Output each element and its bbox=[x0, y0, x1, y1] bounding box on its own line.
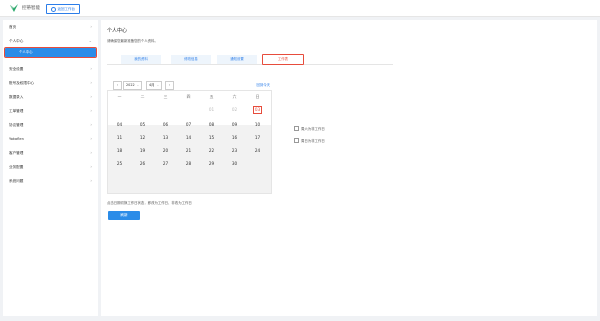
calendar-day[interactable]: 20 bbox=[154, 145, 177, 157]
sidebar-item-business-config[interactable]: 业务配置 › bbox=[3, 160, 98, 174]
calendar-day[interactable]: 11 bbox=[108, 132, 131, 144]
calendar-day bbox=[154, 104, 177, 116]
calendar-day[interactable]: 29 bbox=[200, 158, 223, 170]
chevron-down-icon: ⌄ bbox=[156, 83, 160, 87]
prev-month-button[interactable]: ‹ bbox=[113, 81, 122, 90]
next-month-button[interactable]: › bbox=[165, 81, 174, 90]
chevron-right-icon: › bbox=[90, 66, 92, 71]
calendar-day[interactable]: 02 bbox=[223, 104, 246, 116]
calendar-day[interactable]: 13 bbox=[154, 132, 177, 144]
saturday-checkbox[interactable] bbox=[294, 126, 299, 131]
tab-notifications[interactable]: 通知设置 bbox=[217, 55, 257, 64]
year-select[interactable]: 2022 ⌄ bbox=[123, 81, 143, 90]
calendar-day[interactable]: 30 bbox=[223, 158, 246, 170]
calendar-day[interactable]: 17 bbox=[246, 132, 269, 144]
chevron-right-icon: › bbox=[90, 164, 92, 169]
saturday-option[interactable]: 周六为非工作日 bbox=[294, 126, 325, 131]
chevron-right-icon: › bbox=[90, 122, 92, 127]
top-bar: 控蒂智能 返回工作台 bbox=[0, 0, 600, 17]
calendar-day[interactable]: 12 bbox=[131, 132, 154, 144]
sidebar-item-accounts[interactable]: 账号及权限中心 › bbox=[3, 76, 98, 90]
calendar-day[interactable]: 16 bbox=[223, 132, 246, 144]
sidebar-item-yokaflen[interactable]: Yokaflen › bbox=[3, 132, 98, 146]
sunday-option[interactable]: 周日为非工作日 bbox=[294, 138, 325, 143]
weekday-header: 四 bbox=[186, 94, 191, 99]
main-panel: 个人中心 请确保您最新准备您的个人资料。 我的资料 修改信息 通知设置 工作表 … bbox=[101, 20, 597, 316]
weekday-header: 日 bbox=[255, 94, 260, 99]
calendar-day bbox=[177, 104, 200, 116]
calendar-day[interactable]: 04 bbox=[108, 119, 131, 131]
page-subtitle: 请确保您最新准备您的个人资料。 bbox=[107, 39, 158, 43]
chevron-down-icon: ⌄ bbox=[136, 83, 140, 87]
sidebar-item-data-entry[interactable]: 数据录入 › bbox=[3, 90, 98, 104]
sidebar-subitem-personal-center[interactable]: 个人中心 bbox=[3, 46, 98, 59]
brand-name: 控蒂智能 bbox=[22, 6, 40, 11]
calendar-day[interactable]: 14 bbox=[177, 132, 200, 144]
chevron-right-icon: › bbox=[90, 24, 92, 29]
chevron-down-icon: ⌄ bbox=[88, 38, 92, 43]
sidebar-item-personal-center[interactable]: 个人中心 ⌄ bbox=[3, 34, 98, 48]
calendar-day[interactable]: 27 bbox=[154, 158, 177, 170]
chevron-right-icon: › bbox=[90, 80, 92, 85]
calendar-day[interactable]: 24 bbox=[246, 145, 269, 157]
sunday-checkbox[interactable] bbox=[294, 138, 299, 143]
calendar-toolbar: ‹ 2022 ⌄ 4月 ⌄ › 回到今天 bbox=[107, 78, 270, 90]
calendar-day[interactable]: 28 bbox=[177, 158, 200, 170]
sidebar-item-security[interactable]: 安全设置 › bbox=[3, 62, 98, 76]
calendar-day[interactable]: 05 bbox=[131, 119, 154, 131]
chevron-right-icon: › bbox=[90, 94, 92, 99]
calendar-day[interactable]: 07 bbox=[177, 119, 200, 131]
weekday-header: 六 bbox=[232, 94, 237, 99]
calendar-day bbox=[131, 104, 154, 116]
sidebar-item-agreements[interactable]: 协议管理 › bbox=[3, 118, 98, 132]
sidebar: 首页 › 个人中心 ⌄ 个人中心 安全设置 › 账号及权限中心 › 数据录入 › 工单管理… bbox=[3, 20, 98, 316]
sidebar-item-home[interactable]: 首页 › bbox=[3, 20, 98, 34]
back-to-today-link[interactable]: 回到今天 bbox=[256, 82, 270, 87]
calendar-day[interactable]: 01 bbox=[200, 104, 223, 116]
chevron-right-icon: › bbox=[90, 150, 92, 155]
sidebar-item-tickets[interactable]: 工单管理 › bbox=[3, 104, 98, 118]
help-note: 点击日期切换工作日状态，即改为工作日、非改为工作日 bbox=[107, 201, 192, 205]
calendar-day[interactable]: 25 bbox=[108, 158, 131, 170]
weekday-header: 二 bbox=[140, 94, 145, 99]
refresh-button[interactable]: 刷新 bbox=[108, 211, 140, 220]
chevron-right-icon: › bbox=[90, 178, 92, 183]
weekday-header: 一 bbox=[117, 94, 122, 99]
calendar-day[interactable]: 19 bbox=[131, 145, 154, 157]
calendar-day[interactable]: 22 bbox=[200, 145, 223, 157]
calendar-day[interactable]: 26 bbox=[131, 158, 154, 170]
calendar-day bbox=[246, 158, 269, 170]
tab-worksheet[interactable]: 工作表 bbox=[262, 54, 304, 65]
home-icon bbox=[51, 6, 56, 12]
calendar-day[interactable]: 10 bbox=[246, 119, 269, 131]
calendar-day[interactable]: 06 bbox=[154, 119, 177, 131]
sidebar-item-system-issues[interactable]: 系统问题 › bbox=[3, 174, 98, 188]
calendar-day[interactable]: 23 bbox=[223, 145, 246, 157]
calendar-day[interactable]: 15 bbox=[200, 132, 223, 144]
calendar-day bbox=[108, 104, 131, 116]
month-select[interactable]: 4月 ⌄ bbox=[146, 81, 163, 90]
back-to-workbench-button[interactable]: 返回工作台 bbox=[46, 4, 80, 14]
weekday-header: 五 bbox=[209, 94, 214, 99]
selected-day-marker: 03 bbox=[253, 106, 262, 114]
calendar-day[interactable]: 18 bbox=[108, 145, 131, 157]
chevron-right-icon: › bbox=[90, 136, 92, 141]
tab-my-profile[interactable]: 我的资料 bbox=[121, 55, 161, 64]
calendar-day[interactable]: 21 bbox=[177, 145, 200, 157]
tab-edit-info[interactable]: 修改信息 bbox=[171, 55, 211, 64]
page-title: 个人中心 bbox=[107, 28, 128, 34]
back-to-workbench-label: 返回工作台 bbox=[57, 7, 76, 11]
calendar-grid: 一二三四五六日 01 02 03 04 05 06 07 08 09 10 11 12 13 14 15 16 1… bbox=[107, 90, 272, 194]
tab-bar: 我的资料 修改信息 通知设置 工作表 bbox=[107, 51, 393, 65]
logo-icon bbox=[10, 4, 18, 12]
calendar-day[interactable]: 03 bbox=[246, 104, 269, 116]
sidebar-item-customers[interactable]: 客户管理 › bbox=[3, 146, 98, 160]
calendar-day[interactable]: 09 bbox=[223, 119, 246, 131]
chevron-right-icon: › bbox=[90, 108, 92, 113]
calendar-day[interactable]: 08 bbox=[200, 119, 223, 131]
weekday-header: 三 bbox=[163, 94, 168, 99]
